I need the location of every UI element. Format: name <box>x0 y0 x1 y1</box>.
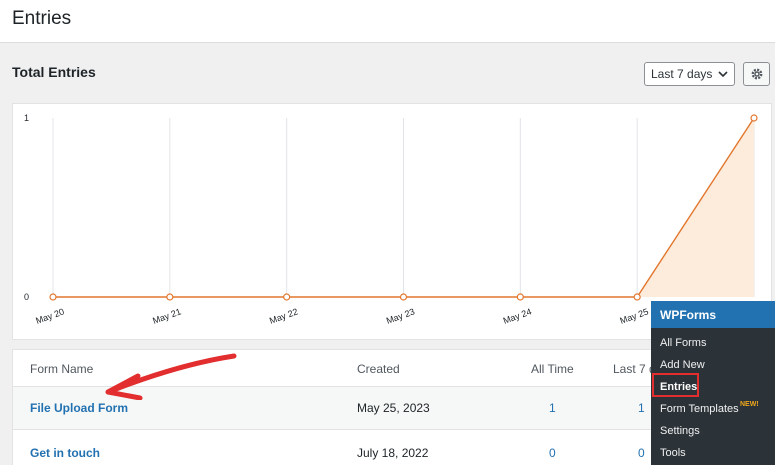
page-header: Entries <box>0 0 775 43</box>
menu-item-settings[interactable]: Settings <box>660 425 700 437</box>
annotation-arrow-icon <box>105 353 237 400</box>
x-tick-label: May 24 <box>502 306 533 325</box>
created-date: May 25, 2023 <box>357 401 430 415</box>
gear-icon <box>751 68 763 80</box>
x-tick-label: May 22 <box>268 306 299 325</box>
x-tick-label: May 21 <box>151 306 182 325</box>
col-last-7-days: Last 7 d <box>613 362 656 376</box>
x-tick-label: May 25 <box>619 306 650 325</box>
menu-item-tools[interactable]: Tools <box>660 447 686 459</box>
date-range-value: Last 7 days <box>651 67 713 81</box>
chevron-down-icon <box>718 71 728 78</box>
data-point <box>633 293 641 301</box>
col-all-time: All Time <box>531 362 574 376</box>
all-time-count[interactable]: 0 <box>549 446 556 460</box>
col-created: Created <box>357 362 400 376</box>
menu-item-add-new[interactable]: Add New <box>660 359 705 371</box>
data-point <box>49 293 57 301</box>
y-tick-label: 1 <box>24 113 29 123</box>
date-range-select[interactable]: Last 7 days <box>644 62 735 86</box>
menu-item-form-templates[interactable]: Form Templates <box>660 403 739 415</box>
chart-settings-button[interactable] <box>743 62 770 86</box>
entries-highlight-box <box>652 373 699 397</box>
form-name-link[interactable]: Get in touch <box>30 446 100 460</box>
last-7-count[interactable]: 0 <box>638 446 645 460</box>
data-point <box>750 114 758 122</box>
col-form-name: Form Name <box>30 362 94 376</box>
x-tick-label: May 23 <box>385 306 416 325</box>
y-tick-label: 0 <box>24 292 29 302</box>
data-point <box>166 293 174 301</box>
menu-item-all-forms[interactable]: All Forms <box>660 337 706 349</box>
created-date: July 18, 2022 <box>357 446 429 460</box>
all-time-count[interactable]: 1 <box>549 401 556 415</box>
data-point <box>283 293 291 301</box>
new-badge: NEW! <box>740 401 759 408</box>
total-entries-title: Total Entries <box>12 64 96 80</box>
last-7-count[interactable]: 1 <box>638 401 645 415</box>
form-name-link[interactable]: File Upload Form <box>30 401 128 415</box>
menu-title[interactable]: WPForms <box>651 301 775 328</box>
data-point <box>516 293 524 301</box>
data-point <box>399 293 408 301</box>
x-tick-label: May 20 <box>34 306 65 325</box>
page-title: Entries <box>12 8 72 29</box>
